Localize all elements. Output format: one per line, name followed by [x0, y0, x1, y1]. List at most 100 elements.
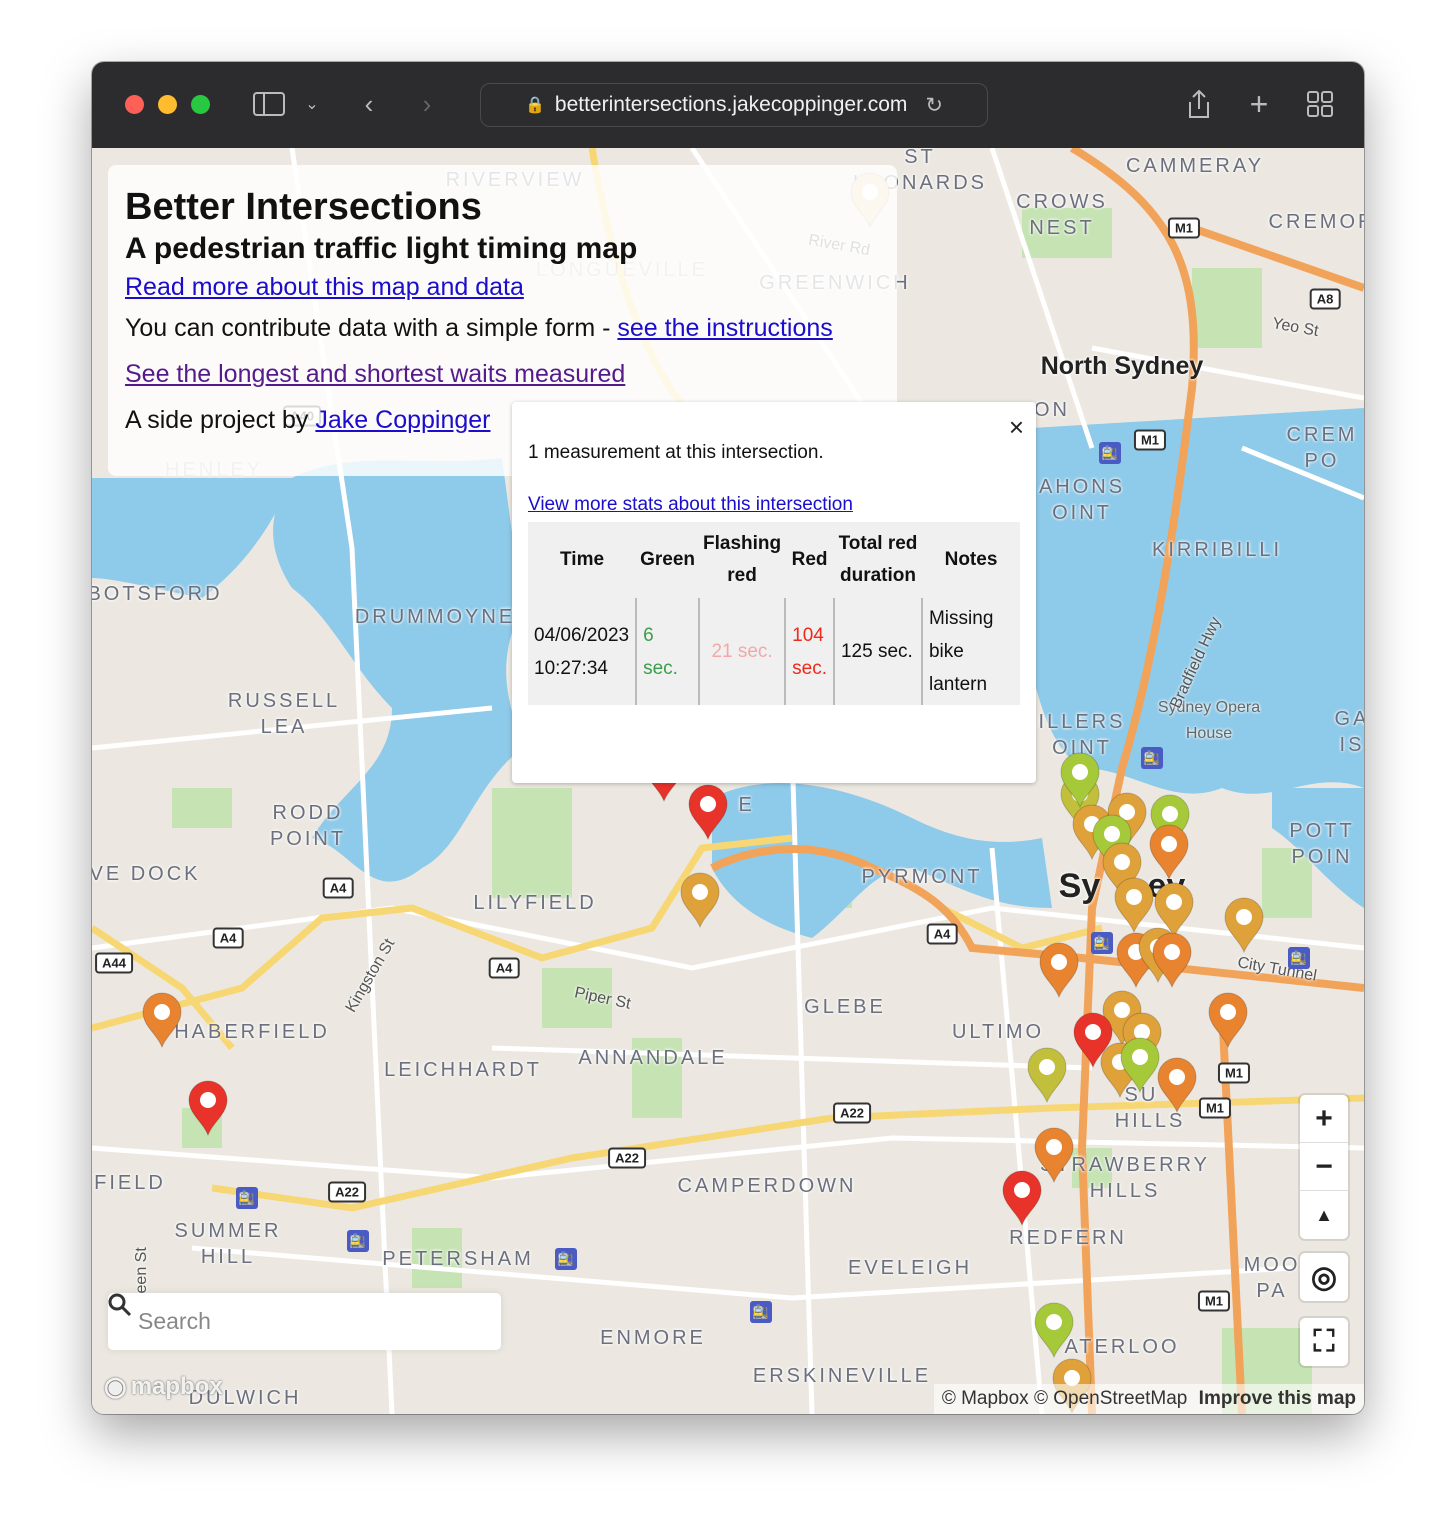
- forward-button[interactable]: ›: [412, 88, 442, 120]
- author-link[interactable]: Jake Coppinger: [315, 406, 490, 434]
- geolocate-control: ◎: [1300, 1253, 1348, 1301]
- view-stats-link[interactable]: View more stats about this intersection: [528, 494, 1020, 516]
- instructions-link[interactable]: see the instructions: [617, 314, 832, 342]
- measurements-table: Time Green Flashing red Red Total red du…: [528, 522, 1020, 705]
- close-popup-button[interactable]: ×: [1009, 412, 1024, 443]
- road-shield: A44: [95, 952, 133, 974]
- place-label: MOO PA: [1243, 1254, 1301, 1302]
- road-shield: A22: [833, 1102, 871, 1124]
- intersection-marker[interactable]: [1026, 1047, 1068, 1103]
- maximize-window-button[interactable]: [191, 95, 210, 114]
- compass-button[interactable]: ▲: [1300, 1191, 1348, 1239]
- site-title: Better Intersections: [125, 186, 482, 228]
- intersection-marker[interactable]: [1151, 932, 1193, 988]
- address-bar[interactable]: 🔒 betterintersections.jakecoppinger.com …: [480, 83, 988, 127]
- road-shield: A22: [328, 1181, 366, 1203]
- osm-attribution-link[interactable]: © OpenStreetMap: [1034, 1388, 1187, 1409]
- place-label: AHONS OINT: [1038, 476, 1126, 524]
- column-header: Red: [791, 549, 828, 570]
- road-shield: A4: [926, 923, 958, 945]
- place-label: EVELEIGH: [847, 1257, 973, 1279]
- column-header: Flashing red: [703, 533, 782, 586]
- train-station-icon: 🚉: [1099, 442, 1121, 464]
- flashing-red-duration: 21 sec.: [698, 598, 786, 705]
- road-shield: M1: [1197, 1290, 1231, 1312]
- intersection-marker[interactable]: [1148, 824, 1190, 880]
- place-label: PYRMONT: [861, 866, 983, 888]
- search-placeholder: Search: [138, 1308, 211, 1334]
- geolocate-button[interactable]: ◎: [1300, 1253, 1348, 1301]
- road-shield: M1: [1133, 429, 1167, 451]
- road-shield: M1: [1198, 1097, 1232, 1119]
- zoom-controls: + − ▲: [1300, 1095, 1348, 1239]
- search-input[interactable]: Search: [108, 1293, 501, 1350]
- place-label: ENMORE: [600, 1327, 706, 1349]
- longest-shortest-link[interactable]: See the longest and shortest waits measu…: [125, 360, 625, 388]
- measurement-date: 04/06/2023: [534, 624, 630, 646]
- place-label: RUSSELL LEA: [227, 690, 341, 738]
- intersection-marker[interactable]: [187, 1080, 229, 1136]
- road-shield: M1: [1217, 1062, 1251, 1084]
- measurement-notes: Missing bike lantern: [920, 598, 1020, 705]
- red-duration: 104 sec.: [784, 598, 834, 705]
- train-station-icon: 🚉: [1288, 947, 1310, 969]
- intersection-marker[interactable]: [1223, 897, 1265, 953]
- chevron-down-icon[interactable]: ⌄: [302, 88, 322, 120]
- place-label: ON: [1034, 399, 1070, 421]
- tab-overview-icon[interactable]: [1305, 88, 1335, 120]
- browser-window: ⌄ ‹ › 🔒 betterintersections.jakecoppinge…: [92, 62, 1364, 1414]
- place-label: RODD POINT: [269, 802, 347, 850]
- map-canvas[interactable]: RIVERVIEWST LEONARDSCAMMERAYCROWS NESTCR…: [92, 148, 1364, 1414]
- zoom-in-button[interactable]: +: [1300, 1095, 1348, 1143]
- share-icon[interactable]: [1184, 88, 1214, 120]
- place-label: CAMMERAY: [1125, 155, 1265, 177]
- place-label: BOTSFORD: [92, 583, 223, 605]
- place-label: CREM PO: [1286, 424, 1358, 472]
- place-label: LEICHHARDT: [384, 1059, 542, 1081]
- close-window-button[interactable]: [125, 95, 144, 114]
- intersection-marker[interactable]: [679, 872, 721, 928]
- place-label: POTT POIN: [1289, 820, 1355, 868]
- sidebar-icon[interactable]: [252, 88, 286, 120]
- intersection-marker[interactable]: [1119, 1037, 1161, 1093]
- road-shield: A22: [608, 1147, 646, 1169]
- intersection-marker[interactable]: [687, 784, 729, 840]
- site-subtitle: A pedestrian traffic light timing map: [125, 232, 638, 265]
- zoom-out-button[interactable]: −: [1300, 1143, 1348, 1191]
- fullscreen-button[interactable]: ⛶: [1300, 1318, 1348, 1366]
- road-shield: A4: [322, 877, 354, 899]
- place-label: CAMPERDOWN: [677, 1175, 857, 1197]
- place-label: ANNANDALE: [578, 1047, 728, 1069]
- train-station-icon: 🚉: [1141, 747, 1163, 769]
- place-label: GA IS: [1334, 708, 1364, 756]
- intersection-marker[interactable]: [1156, 1057, 1198, 1113]
- intersection-marker[interactable]: [1001, 1170, 1043, 1226]
- train-station-icon: 🚉: [1091, 932, 1113, 954]
- reload-icon[interactable]: ↻: [925, 93, 943, 118]
- train-station-icon: 🚉: [555, 1248, 577, 1270]
- place-label: North Sydney: [1040, 352, 1204, 380]
- intersection-marker[interactable]: [1033, 1302, 1075, 1358]
- intersection-marker[interactable]: [1113, 877, 1155, 933]
- url-text: betterintersections.jakecoppinger.com: [554, 93, 908, 116]
- intersection-marker[interactable]: [1207, 992, 1249, 1048]
- road-shield: M1: [1167, 217, 1201, 239]
- column-header: Total red duration: [838, 533, 918, 586]
- train-station-icon: 🚉: [236, 1187, 258, 1209]
- fullscreen-control: ⛶: [1300, 1318, 1348, 1366]
- lock-icon: 🔒: [524, 97, 545, 114]
- intersection-marker[interactable]: [1038, 942, 1080, 998]
- back-button[interactable]: ‹: [354, 88, 384, 120]
- read-more-link[interactable]: Read more about this map and data: [125, 273, 524, 301]
- intersection-marker[interactable]: [141, 992, 183, 1048]
- minimize-window-button[interactable]: [158, 95, 177, 114]
- mapbox-logo[interactable]: ◉ mapbox: [104, 1371, 223, 1402]
- new-tab-icon[interactable]: +: [1244, 86, 1274, 122]
- mapbox-attribution-link[interactable]: © Mapbox: [942, 1388, 1029, 1409]
- place-label: ULTIMO: [951, 1021, 1045, 1043]
- improve-map-link[interactable]: Improve this map: [1199, 1388, 1356, 1409]
- intersection-marker[interactable]: [1059, 752, 1101, 808]
- column-header: Green: [640, 549, 696, 570]
- column-header: Time: [560, 549, 605, 570]
- browser-toolbar: ⌄ ‹ › 🔒 betterintersections.jakecoppinge…: [92, 62, 1364, 148]
